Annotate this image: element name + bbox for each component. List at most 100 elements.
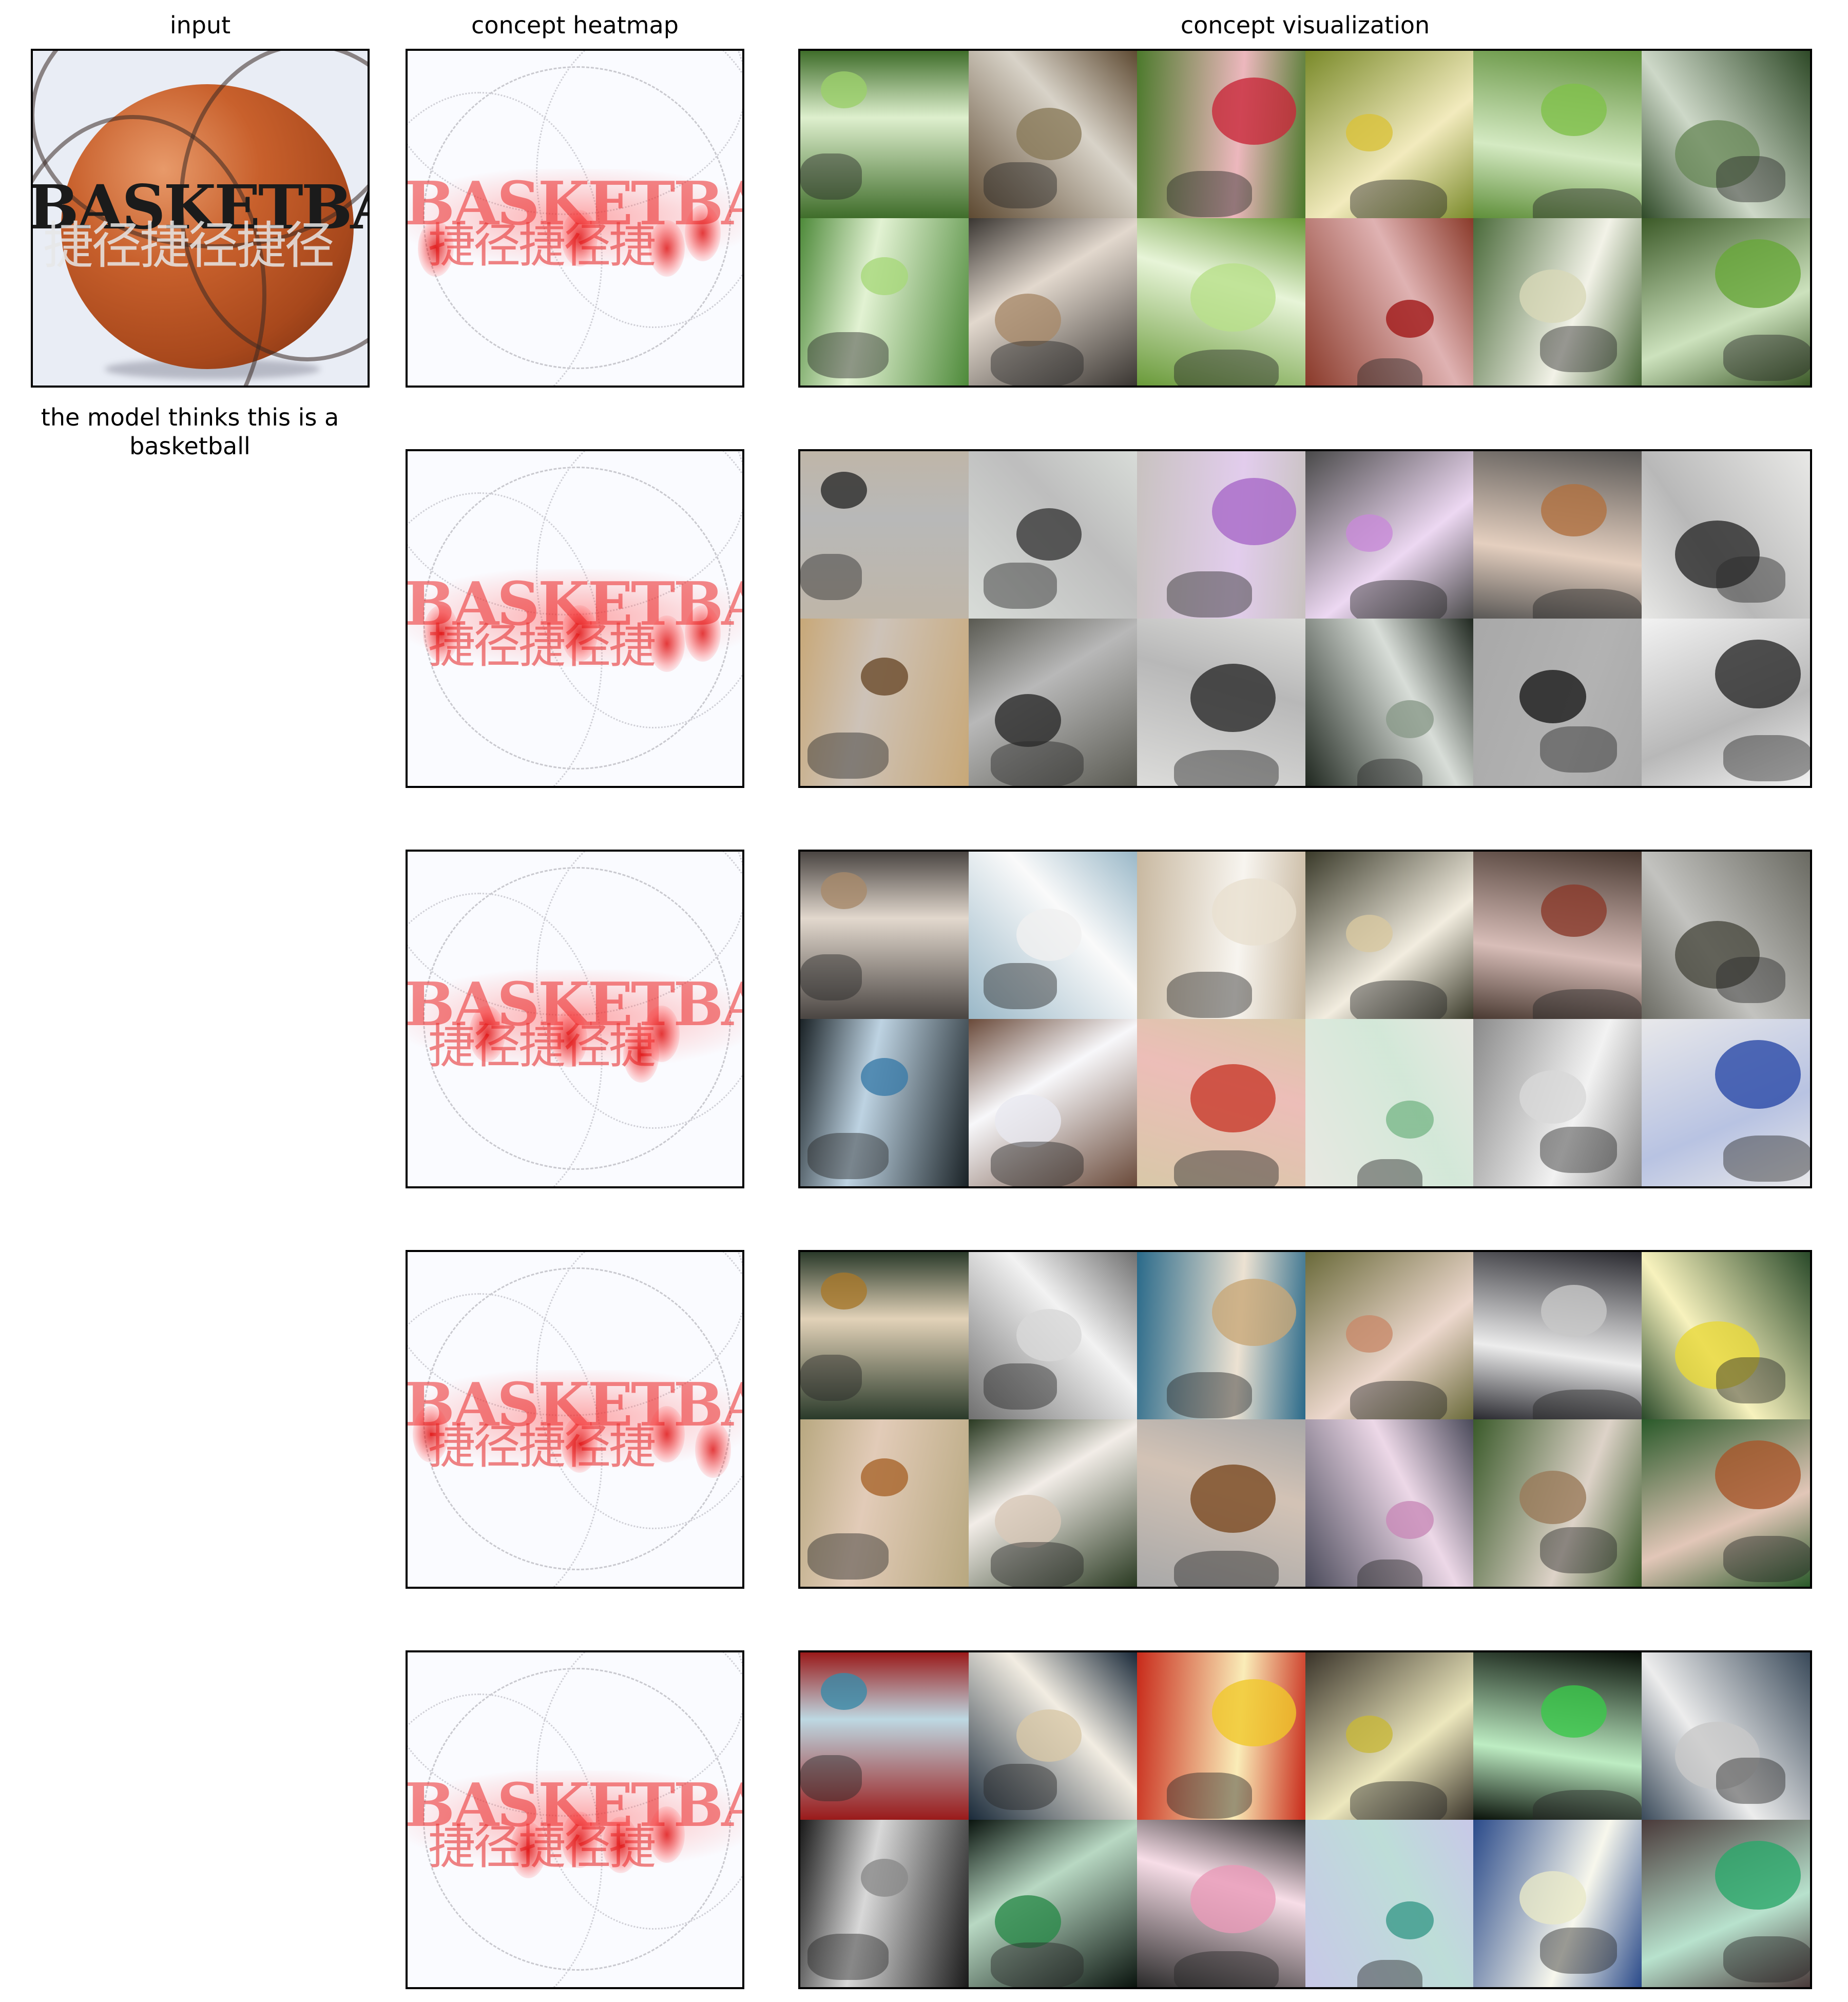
tile-mask-region — [1716, 1357, 1786, 1403]
concept-example-tile — [968, 1252, 1137, 1419]
tile-subject — [1190, 664, 1276, 732]
tile-mask-region — [800, 1355, 862, 1401]
concept-example-tile — [1137, 1019, 1305, 1186]
concept-example-tile — [1305, 1820, 1474, 1987]
tile-mask-region — [1350, 1781, 1447, 1820]
tile-subject — [1385, 700, 1434, 739]
tile-subject — [1211, 1279, 1296, 1346]
concept-example-tile — [1137, 1820, 1305, 1987]
concept-example-tile — [1473, 619, 1642, 786]
concept-example-tile — [1642, 1252, 1810, 1419]
concept-example-tile — [968, 218, 1137, 386]
activation-hotspot — [562, 1416, 598, 1473]
concept-example-tile — [800, 1419, 969, 1587]
concept-visualization-grid — [798, 449, 1812, 788]
tile-mask-region — [1357, 358, 1422, 386]
concept-example-tile — [1305, 218, 1474, 386]
concept-example-tile — [968, 1820, 1137, 1987]
tile-subject — [1715, 239, 1801, 308]
concept-example-tile — [1137, 218, 1305, 386]
tile-subject — [1541, 1685, 1607, 1738]
tile-subject — [1519, 1871, 1587, 1924]
heatmap-column-title: concept heatmap — [471, 11, 679, 39]
tile-mask-region — [1350, 1381, 1447, 1419]
concept-heatmap: BASKETBALL 捷径捷径捷 — [406, 49, 744, 388]
tile-mask-region — [800, 1755, 862, 1801]
tile-subject — [1345, 514, 1393, 552]
concept-example-tile — [1137, 451, 1305, 619]
tile-subject — [1715, 1040, 1801, 1109]
tile-subject — [821, 71, 867, 108]
tile-mask-region — [990, 741, 1084, 786]
tile-mask-region — [1173, 1150, 1279, 1186]
tile-mask-region — [807, 1533, 889, 1580]
activation-hotspot — [649, 615, 685, 672]
concept-example-tile — [1305, 852, 1474, 1019]
concept-example-tile — [1137, 852, 1305, 1019]
tile-subject — [1385, 300, 1434, 338]
tile-mask-region — [1723, 1536, 1810, 1582]
tile-subject — [1345, 1716, 1393, 1753]
tile-mask-region — [990, 1942, 1084, 1987]
activation-hotspot — [562, 1812, 598, 1868]
tile-mask-region — [1716, 1758, 1786, 1804]
tile-mask-region — [1350, 180, 1447, 218]
tile-subject — [861, 658, 908, 696]
tile-mask-region — [1533, 989, 1642, 1019]
tile-mask-region — [983, 1363, 1057, 1410]
tile-subject — [994, 694, 1061, 747]
tile-mask-region — [807, 1934, 889, 1980]
tile-mask-region — [1357, 1960, 1422, 1987]
tile-mask-region — [800, 153, 862, 200]
tile-mask-region — [1166, 571, 1252, 618]
concept-example-tile — [800, 1652, 969, 1820]
activation-hotspot — [418, 220, 454, 277]
overlay-cjk-text: 捷径捷径捷径 — [43, 217, 335, 275]
tile-subject — [1385, 1901, 1434, 1940]
activation-hotspot — [603, 1817, 639, 1873]
concept-example-tile — [800, 51, 969, 218]
tile-mask-region — [1357, 1560, 1422, 1587]
concept-heatmap: BASKETBALL 捷径捷径捷 — [406, 1650, 744, 1989]
concept-example-tile — [1305, 1419, 1474, 1587]
tile-subject — [1519, 1471, 1587, 1524]
tile-mask-region — [1716, 957, 1786, 1003]
tile-mask-region — [1173, 1551, 1279, 1587]
tile-mask-region — [1716, 556, 1786, 603]
tile-mask-region — [1540, 1527, 1618, 1573]
activation-hotspot — [562, 605, 598, 662]
tile-subject — [994, 294, 1061, 347]
concept-example-tile — [968, 51, 1137, 218]
concept-example-tile — [1473, 1652, 1642, 1820]
concept-visualization-grid — [798, 1650, 1812, 1989]
concept-visualization-grid — [798, 850, 1812, 1188]
tile-mask-region — [1166, 1773, 1252, 1819]
activation-hotspot — [551, 1011, 587, 1067]
tile-mask-region — [800, 954, 862, 1000]
tile-subject — [1190, 263, 1276, 332]
concept-example-tile — [1473, 1419, 1642, 1587]
tile-mask-region — [1723, 735, 1810, 781]
tile-mask-region — [1723, 1936, 1810, 1982]
concept-example-tile — [800, 218, 969, 386]
heatmap-overlay-cjk: 捷径捷径捷 — [428, 1019, 656, 1074]
concept-example-tile — [1642, 1019, 1810, 1186]
concept-example-tile — [1305, 1019, 1474, 1186]
tile-mask-region — [1166, 171, 1252, 217]
tile-mask-region — [1540, 1928, 1618, 1974]
tile-subject — [1715, 1440, 1801, 1509]
tile-subject — [1715, 1841, 1801, 1910]
activation-hotspot — [649, 1806, 685, 1863]
tile-subject — [1541, 84, 1607, 137]
concept-example-tile — [1137, 51, 1305, 218]
concept-example-tile — [1305, 1652, 1474, 1820]
concept-example-tile — [968, 451, 1137, 619]
tile-mask-region — [1173, 750, 1279, 786]
tile-subject — [1345, 114, 1393, 151]
concept-example-tile — [1137, 1419, 1305, 1587]
tile-mask-region — [983, 1764, 1057, 1810]
tile-mask-region — [983, 563, 1057, 609]
concept-example-tile — [800, 619, 969, 786]
concept-example-tile — [1642, 1820, 1810, 1987]
activation-hotspot — [649, 1406, 685, 1462]
